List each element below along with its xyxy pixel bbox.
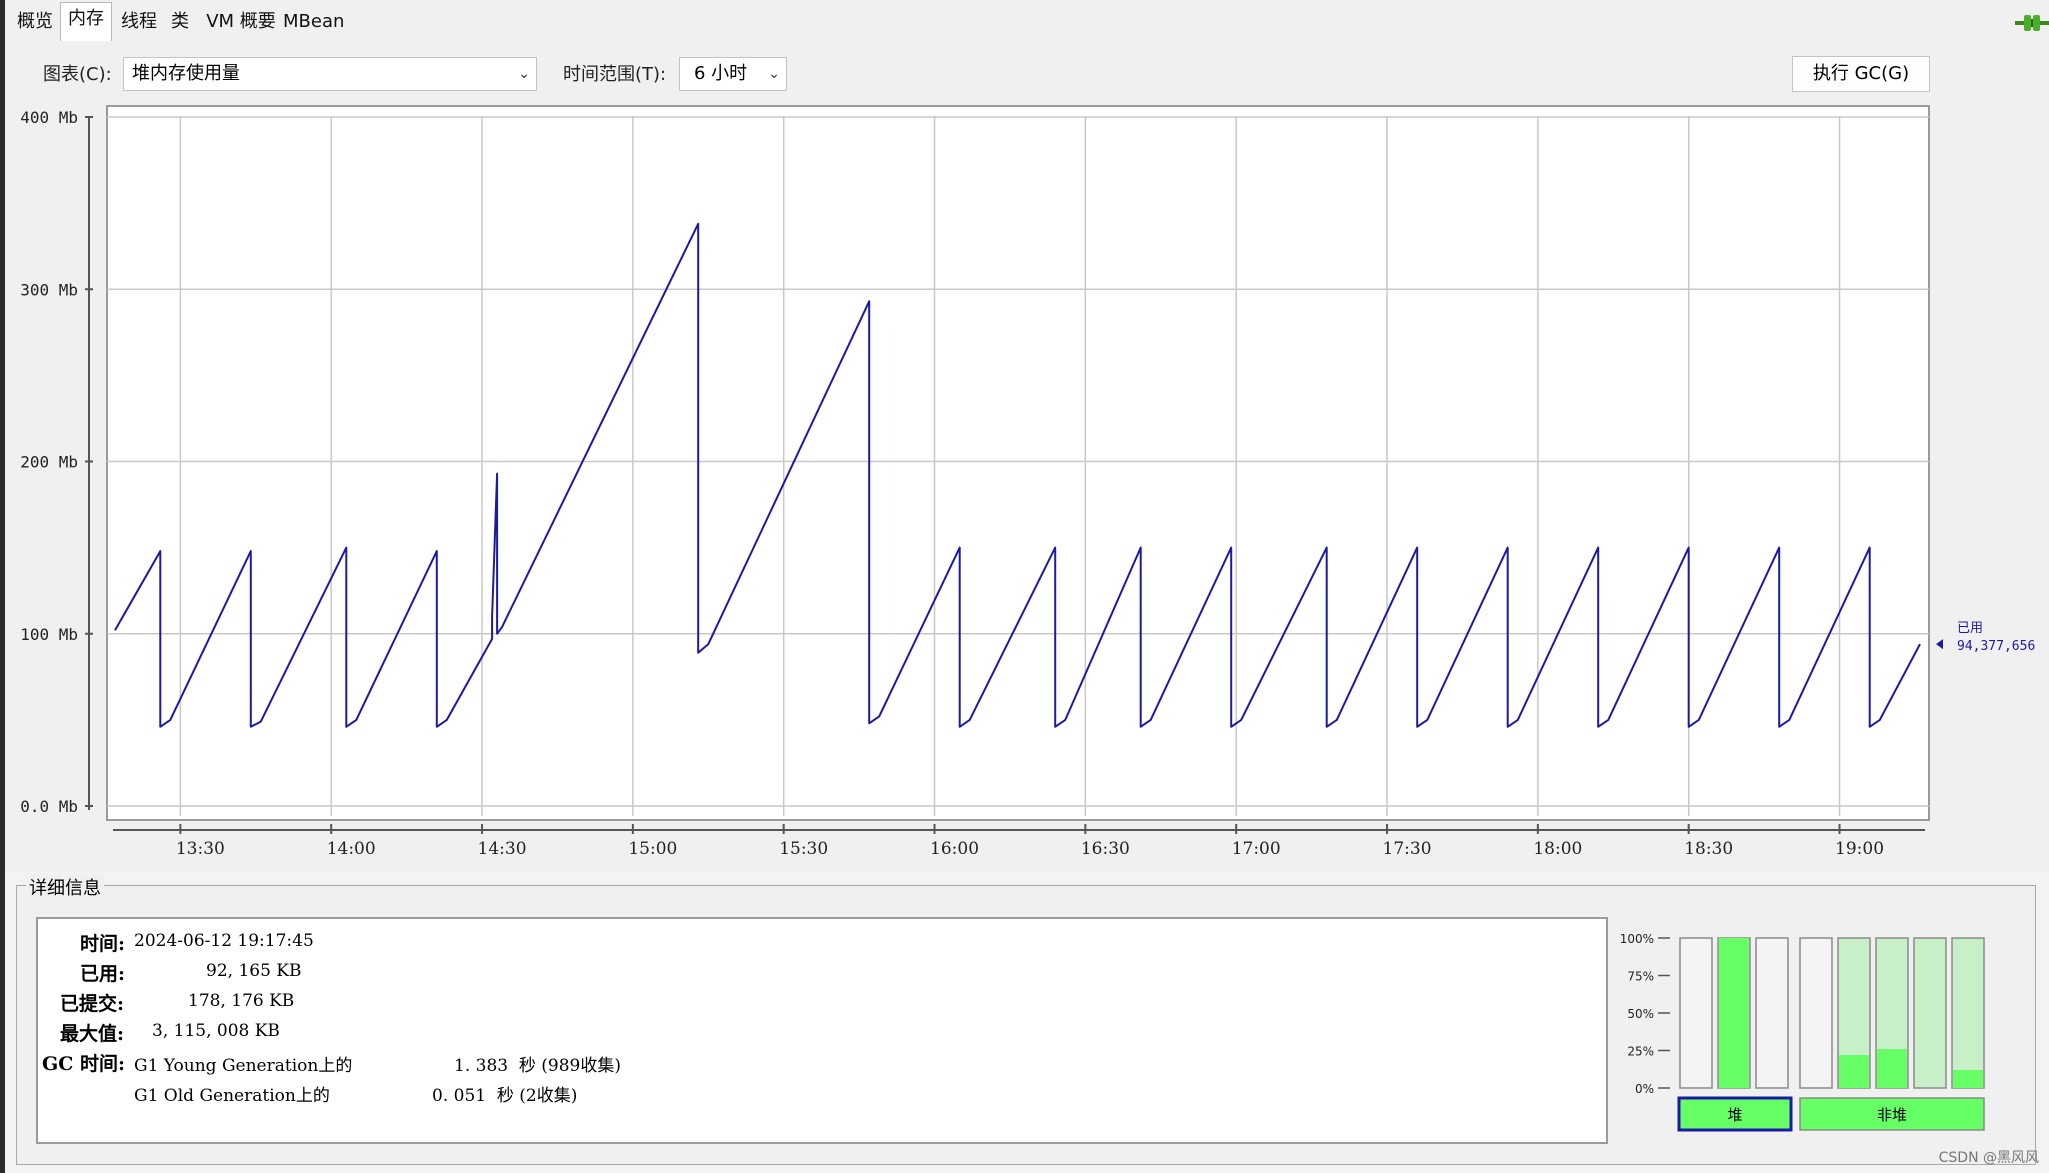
y-tick-label: 100 Mb — [20, 625, 78, 644]
x-tick-label: 17:30 — [1383, 839, 1432, 859]
plot-area — [106, 105, 1930, 821]
nonheap-pool-bar[interactable] — [1799, 937, 1833, 1089]
nonheap-pool-bar-used — [1839, 1055, 1869, 1088]
tab-classes[interactable]: 类 — [167, 6, 193, 38]
gc-young-name: G1 Young Generation上的 — [134, 1056, 353, 1076]
gc-old-name: G1 Old Generation上的 — [134, 1086, 330, 1106]
y-tick-label: 200 Mb — [20, 453, 78, 472]
time-range-label: 时间范围(T): — [563, 64, 667, 85]
x-tick-label: 19:00 — [1835, 839, 1884, 859]
chart-selector-value: 堆内存使用量 — [132, 63, 240, 84]
nonheap-pool-bar[interactable] — [1951, 937, 1985, 1089]
watermark: CSDN @黑风风 — [1938, 1150, 2039, 1166]
committed-label: 已提交: — [60, 993, 125, 1015]
nonheap-pool-bar-used — [1877, 1049, 1907, 1088]
connection-status-icon — [2015, 15, 2049, 31]
pool-bar-tick-label: 50% — [1627, 1007, 1654, 1021]
heap-usage-chart-panel: 0.0 Mb 100 Mb 200 Mb 300 Mb 400 Mb 13:30 14:0… — [5, 102, 2049, 872]
used-label: 已用: — [80, 963, 126, 985]
gc-time-label: GC 时间: — [42, 1053, 125, 1075]
heap-pool-bar-used — [1719, 938, 1749, 1088]
tab-overview[interactable]: 概览 — [13, 6, 57, 38]
nonheap-button-label: 非堆 — [1877, 1106, 1907, 1124]
pool-bar-tick-label: 0% — [1635, 1082, 1654, 1096]
pool-bar-tick-label: 75% — [1627, 970, 1654, 984]
details-title: 详细信息 — [26, 874, 104, 900]
chart-selector-label: 图表(C): — [43, 64, 112, 85]
gc-old-value: 0. 051 秒 (2收集) — [432, 1086, 578, 1106]
y-tick-label: 400 Mb — [20, 108, 78, 127]
legend-current-value: 94,377,656 — [1957, 639, 2035, 654]
details-info-box: 时间: 2024-06-12 19:17:45 已用: 92, 165 KB 已… — [36, 917, 1608, 1144]
tab-memory[interactable]: 内存 — [60, 2, 112, 41]
x-tick-label: 15:30 — [779, 839, 828, 859]
time-range-dropdown[interactable]: 6 小时 ⌄ — [679, 57, 787, 91]
memory-pool-bars: 100% 75% 50% 25% 0% 堆 非堆 — [1620, 932, 1985, 1132]
x-tick-label: 14:30 — [478, 839, 527, 859]
time-value: 2024-06-12 19:17:45 — [134, 931, 314, 951]
nonheap-pool-bar-used — [1953, 1070, 1983, 1088]
x-tick-label: 17:00 — [1232, 839, 1281, 859]
x-tick-label: 18:30 — [1684, 839, 1733, 859]
memory-toolbar: 图表(C): 堆内存使用量 ⌄ 时间范围(T): 6 小时 ⌄ 执行 GC(G) — [5, 42, 2049, 102]
x-tick-label: 16:00 — [930, 839, 979, 859]
committed-value: 178, 176 KB — [188, 991, 295, 1011]
max-value: 3, 115, 008 KB — [152, 1021, 280, 1041]
pool-bar-tick-label: 100% — [1620, 932, 1654, 946]
legend-series-label: 已用 — [1957, 621, 1983, 636]
y-tick-label: 300 Mb — [20, 280, 78, 299]
x-tick-label: 18:00 — [1533, 839, 1582, 859]
tab-mbean[interactable]: MBean — [283, 6, 344, 38]
heap-pool-bar[interactable] — [1755, 937, 1789, 1089]
tab-threads[interactable]: 线程 — [117, 6, 161, 38]
x-tick-label: 14:00 — [327, 839, 376, 859]
perform-gc-button[interactable]: 执行 GC(G) — [1792, 56, 1930, 92]
current-value-marker-icon — [1936, 639, 1943, 650]
pool-bar-tick-label: 25% — [1627, 1045, 1654, 1059]
x-tick-label: 13:30 — [176, 839, 225, 859]
tab-bar: 概览 内存 线程 类 VM 概要 MBean — [5, 0, 2049, 43]
time-label: 时间: — [80, 933, 126, 955]
chevron-down-icon: ⌄ — [518, 66, 530, 82]
gc-young-value: 1. 383 秒 (989收集) — [454, 1056, 621, 1076]
heap-button-label: 堆 — [1727, 1106, 1742, 1124]
chevron-down-icon: ⌄ — [768, 66, 780, 82]
x-tick-label: 15:00 — [628, 839, 677, 859]
time-range-value: 6 小时 — [694, 63, 748, 84]
chart-selector-dropdown[interactable]: 堆内存使用量 ⌄ — [123, 57, 537, 91]
heap-pool-bar[interactable] — [1679, 937, 1713, 1089]
nonheap-pool-bar[interactable] — [1913, 937, 1947, 1089]
tab-vm-summary[interactable]: VM 概要 — [205, 6, 277, 38]
used-value: 92, 165 KB — [206, 961, 302, 981]
heap-usage-chart: 0.0 Mb 100 Mb 200 Mb 300 Mb 400 Mb 13:30 14:0… — [20, 105, 2035, 859]
y-tick-label: 0.0 Mb — [20, 797, 78, 816]
x-tick-label: 16:30 — [1081, 839, 1130, 859]
max-label: 最大值: — [60, 1023, 125, 1045]
